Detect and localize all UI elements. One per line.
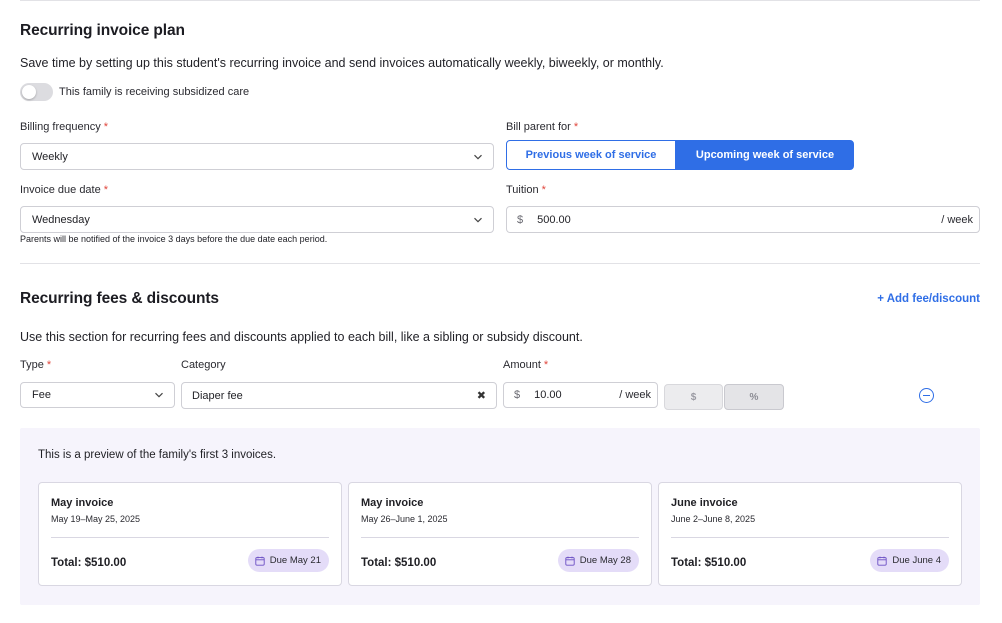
- chevron-down-icon: [473, 215, 483, 225]
- subsidized-toggle-label: This family is receiving subsidized care: [59, 86, 250, 98]
- billing-frequency-value: Weekly: [32, 150, 68, 163]
- fee-type-label: Type *: [20, 359, 52, 371]
- dollar-mode-button[interactable]: $: [664, 384, 723, 410]
- percent-mode-button[interactable]: %: [724, 384, 784, 410]
- fee-category-label: Category: [181, 359, 226, 371]
- calendar-icon: [255, 556, 265, 566]
- due-badge-text: Due May 21: [269, 555, 321, 566]
- tuition-currency: $: [517, 213, 524, 226]
- fee-type-select[interactable]: Fee: [20, 382, 175, 408]
- invoice-card-range: June 2–June 8, 2025: [671, 514, 756, 524]
- chevron-down-icon: [473, 152, 483, 162]
- due-badge: Due May 28: [557, 549, 639, 572]
- section-divider: [20, 263, 980, 264]
- invoice-card-divider: [361, 537, 639, 538]
- fee-type-value: Fee: [32, 389, 51, 401]
- invoice-card-total: Total: $510.00: [671, 557, 747, 569]
- invoice-card-range: May 19–May 25, 2025: [51, 514, 141, 524]
- due-badge-text: Due May 28: [579, 555, 631, 566]
- preview-title: This is a preview of the family's first …: [38, 449, 277, 461]
- top-divider: [20, 0, 980, 1]
- due-badge-text: Due June 4: [892, 555, 941, 566]
- chevron-down-icon: [154, 390, 164, 400]
- subsidized-toggle-row: This family is receiving subsidized care: [20, 83, 249, 101]
- due-badge: Due May 21: [247, 549, 329, 572]
- upcoming-week-option[interactable]: Upcoming week of service: [676, 140, 854, 170]
- invoice-card-title: May invoice: [51, 497, 114, 509]
- invoice-card-range: May 26–June 1, 2025: [361, 514, 448, 524]
- invoice-card-total: Total: $510.00: [361, 557, 437, 569]
- invoice-card-title: May invoice: [361, 497, 424, 509]
- invoice-card-title: June invoice: [671, 497, 738, 509]
- invoice-card-total: Total: $510.00: [51, 557, 127, 569]
- fee-amount-unit: / week: [619, 389, 651, 401]
- previous-week-option[interactable]: Previous week of service: [506, 140, 676, 170]
- billing-frequency-label: Billing frequency *: [20, 121, 108, 133]
- fee-category-value: Diaper fee: [192, 389, 243, 402]
- invoice-card-divider: [51, 537, 329, 538]
- invoice-card-divider: [671, 537, 949, 538]
- tuition-input[interactable]: $ 500.00 / week: [506, 206, 980, 233]
- fee-amount-label: Amount *: [503, 359, 549, 371]
- billing-frequency-select[interactable]: Weekly: [20, 143, 494, 170]
- invoice-plan-description: Save time by setting up this student's r…: [20, 56, 664, 70]
- invoice-due-date-select[interactable]: Wednesday: [20, 206, 494, 233]
- clear-icon[interactable]: ✖: [477, 389, 486, 402]
- subsidized-toggle[interactable]: [20, 83, 53, 101]
- bill-parent-for-segmented-control: Previous week of service Upcoming week o…: [506, 140, 854, 170]
- invoice-card: June invoice June 2–June 8, 2025 Total: …: [658, 482, 962, 586]
- tuition-unit: / week: [941, 213, 973, 226]
- invoice-due-date-label: Invoice due date *: [20, 184, 109, 196]
- tuition-label: Tuition *: [506, 184, 546, 196]
- invoice-card: May invoice May 19–May 25, 2025 Total: $…: [38, 482, 342, 586]
- fees-description: Use this section for recurring fees and …: [20, 330, 583, 344]
- toggle-knob: [22, 85, 36, 99]
- tuition-value: 500.00: [537, 213, 571, 226]
- section-title-fees: Recurring fees & discounts: [20, 290, 219, 307]
- invoice-preview-panel: This is a preview of the family's first …: [20, 428, 980, 605]
- calendar-icon: [565, 556, 575, 566]
- due-badge: Due June 4: [870, 549, 949, 572]
- invoice-card: May invoice May 26–June 1, 2025 Total: $…: [348, 482, 652, 586]
- fee-amount-value: 10.00: [534, 389, 562, 401]
- fee-amount-input[interactable]: $ 10.00 / week: [503, 382, 658, 408]
- minus-circle-icon[interactable]: [919, 388, 934, 403]
- calendar-icon: [877, 556, 888, 566]
- fee-category-input[interactable]: Diaper fee ✖: [181, 382, 497, 409]
- add-fee-discount-link[interactable]: + Add fee/discount: [877, 293, 980, 305]
- section-title-invoice-plan: Recurring invoice plan: [20, 22, 185, 39]
- fee-amount-currency: $: [514, 389, 521, 401]
- due-date-hint: Parents will be notified of the invoice …: [20, 234, 328, 244]
- invoice-due-date-value: Wednesday: [32, 213, 90, 226]
- bill-parent-for-label: Bill parent for *: [506, 121, 579, 133]
